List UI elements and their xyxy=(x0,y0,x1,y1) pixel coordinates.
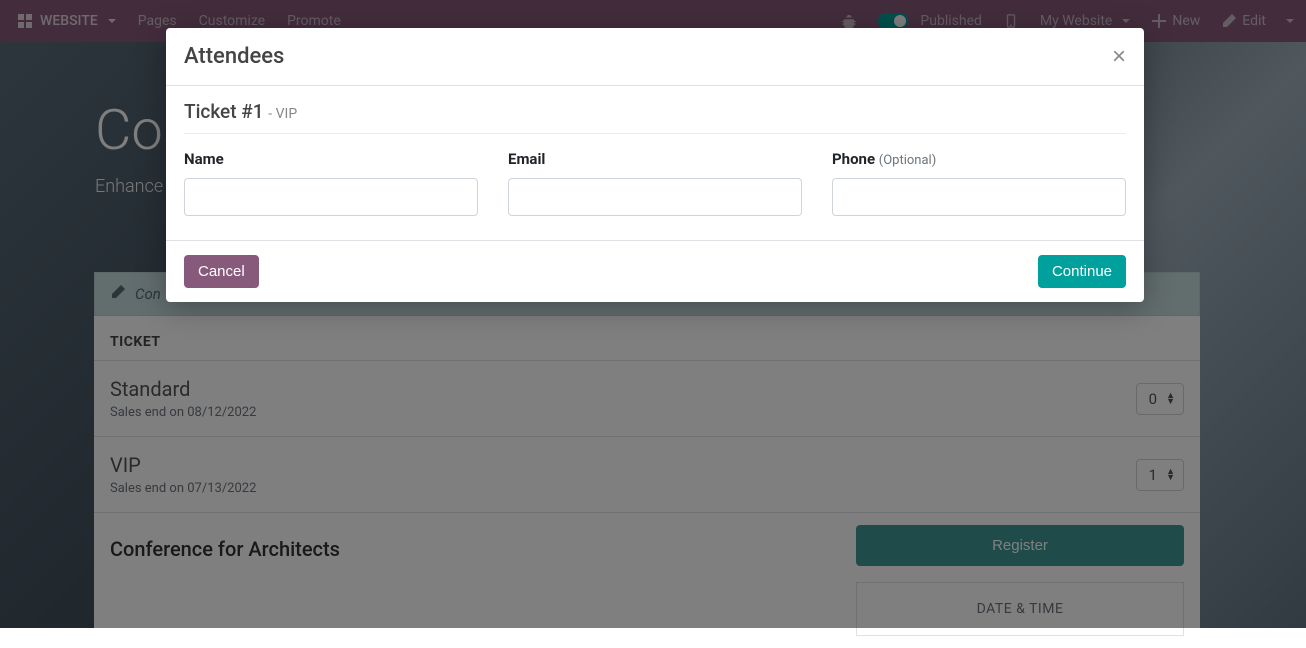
form-group-email: Email xyxy=(508,150,802,216)
form-group-name: Name xyxy=(184,150,478,216)
close-button[interactable]: × xyxy=(1112,45,1126,69)
phone-label-text: Phone xyxy=(832,150,875,168)
name-label: Name xyxy=(184,150,478,168)
modal-header: Attendees × xyxy=(166,28,1144,86)
attendees-modal: Attendees × Ticket #1 - VIP Name Email P… xyxy=(166,28,1144,302)
email-input[interactable] xyxy=(508,178,802,216)
phone-label: Phone (Optional) xyxy=(832,150,1126,168)
form-row: Name Email Phone (Optional) xyxy=(184,150,1126,216)
ticket-type: - VIP xyxy=(268,106,297,122)
phone-input[interactable] xyxy=(832,178,1126,216)
form-group-phone: Phone (Optional) xyxy=(832,150,1126,216)
email-label: Email xyxy=(508,150,802,168)
name-input[interactable] xyxy=(184,178,478,216)
modal-footer: Cancel Continue xyxy=(166,241,1144,302)
ticket-number: Ticket #1 xyxy=(184,100,264,123)
continue-button[interactable]: Continue xyxy=(1038,255,1126,288)
close-icon: × xyxy=(1112,43,1126,70)
modal-body: Ticket #1 - VIP Name Email Phone (Option… xyxy=(166,86,1144,241)
modal-title: Attendees xyxy=(184,44,284,69)
cancel-button[interactable]: Cancel xyxy=(184,255,259,288)
phone-optional-text: (Optional) xyxy=(879,153,936,168)
ticket-heading: Ticket #1 - VIP xyxy=(184,100,1126,134)
